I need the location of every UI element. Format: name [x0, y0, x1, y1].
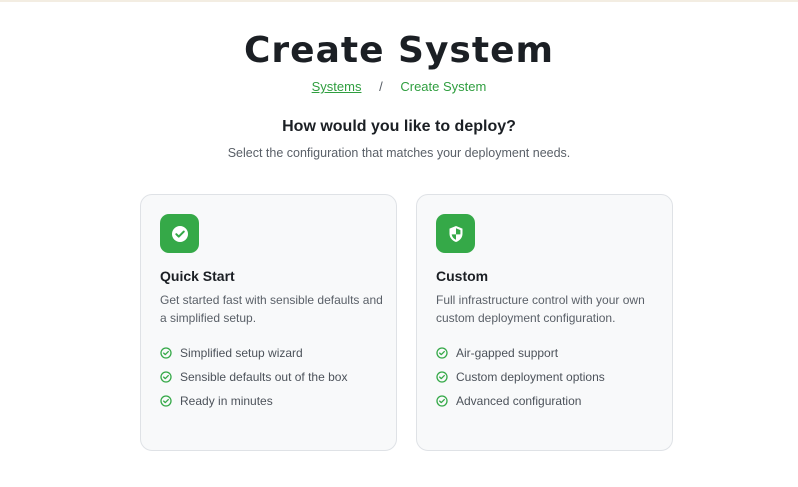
- deploy-heading: How would you like to deploy?: [282, 118, 516, 135]
- check-icon: [160, 347, 172, 359]
- feature-item: Air-gapped support: [436, 341, 653, 365]
- option-title: Quick Start: [160, 268, 235, 284]
- breadcrumb: Systems / Create System: [0, 79, 798, 94]
- check-icon: [436, 371, 448, 383]
- feature-item: Custom deployment options: [436, 365, 653, 389]
- feature-item: Ready in minutes: [160, 389, 377, 413]
- feature-list: Air-gapped support Custom deployment opt…: [436, 341, 653, 413]
- feature-label: Custom deployment options: [456, 370, 605, 384]
- option-description: Get started fast with sensible defaults …: [160, 293, 383, 325]
- breadcrumb-link-systems[interactable]: Systems: [312, 79, 362, 94]
- top-border: [0, 0, 798, 2]
- option-title: Custom: [436, 268, 489, 284]
- feature-label: Sensible defaults out of the box: [180, 370, 348, 384]
- feature-label: Ready in minutes: [180, 394, 273, 408]
- feature-label: Simplified setup wizard: [180, 346, 303, 360]
- page-title: Create System: [244, 30, 554, 71]
- check-icon: [160, 395, 172, 407]
- check-icon: [160, 371, 172, 383]
- feature-label: Air-gapped support: [456, 346, 559, 360]
- check-icon: [436, 395, 448, 407]
- check-icon: [436, 347, 448, 359]
- breadcrumb-current: Create System: [400, 79, 487, 94]
- breadcrumb-separator: /: [379, 79, 383, 94]
- deploy-subheading: Select the configuration that matches yo…: [227, 146, 571, 160]
- feature-item: Advanced configuration: [436, 389, 653, 413]
- option-card-custom[interactable]: Custom Full infrastructure control with …: [416, 194, 673, 451]
- check-circle-icon: [160, 214, 199, 253]
- option-description: Full infrastructure control with your ow…: [436, 293, 645, 325]
- feature-item: Sensible defaults out of the box: [160, 365, 377, 389]
- feature-list: Simplified setup wizard Sensible default…: [160, 341, 377, 413]
- option-card-quick-start[interactable]: Quick Start Get started fast with sensib…: [140, 194, 397, 451]
- feature-item: Simplified setup wizard: [160, 341, 377, 365]
- feature-label: Advanced configuration: [456, 394, 582, 408]
- shield-icon: [436, 214, 475, 253]
